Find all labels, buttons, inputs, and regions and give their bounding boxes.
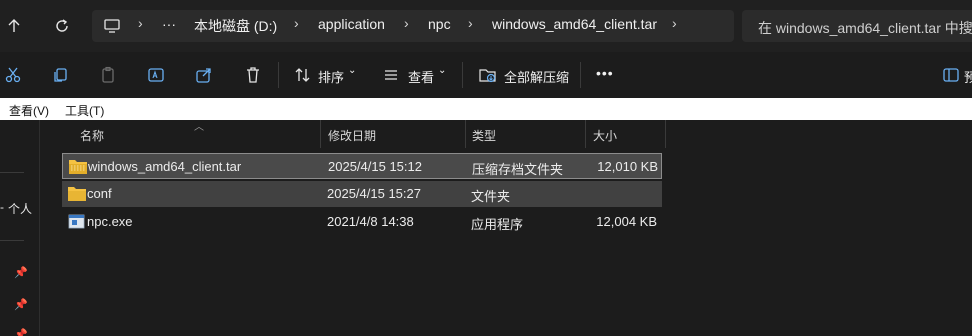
extract-all-icon[interactable] — [477, 64, 499, 86]
chevron-right-icon[interactable]: › — [404, 15, 409, 31]
menu-bar: 查看(V) 工具(T) — [0, 98, 972, 120]
file-name: windows_amd64_client.tar — [88, 159, 242, 174]
nav-item-personal[interactable]: 个人 — [8, 200, 32, 217]
view-icon[interactable] — [380, 64, 402, 86]
sort-button[interactable]: 排序 — [318, 67, 344, 86]
toolbar-divider — [580, 62, 581, 88]
rename-icon[interactable] — [145, 64, 167, 86]
chevron-right-icon: › — [138, 15, 143, 31]
cut-icon[interactable] — [2, 64, 24, 86]
file-type: 文件夹 — [471, 189, 511, 204]
chevron-down-icon[interactable]: ⌄ — [438, 65, 446, 76]
file-size: 12,004 KB — [596, 214, 657, 229]
column-divider[interactable] — [465, 120, 466, 148]
nav-item-prefix[interactable]: - — [0, 200, 4, 214]
chevron-right-icon[interactable]: › — [672, 15, 677, 31]
file-modified: 2025/4/15 15:27 — [327, 186, 421, 201]
column-headers: ︿ 名称 修改日期 类型 大小 — [62, 120, 666, 148]
address-row: › ··· 本地磁盘 (D:) › application › npc › wi… — [0, 0, 972, 52]
menu-tools[interactable]: 工具(T) — [65, 102, 104, 119]
search-placeholder: 在 windows_amd64_client.tar 中搜索 — [758, 20, 972, 36]
sort-up-icon: ︿ — [194, 122, 204, 133]
view-button[interactable]: 查看 — [408, 67, 434, 86]
column-divider[interactable] — [320, 120, 321, 148]
more-options-button[interactable]: ••• — [596, 65, 614, 81]
breadcrumb-application[interactable]: application — [318, 16, 385, 32]
nav-divider — [0, 172, 24, 173]
exe-icon — [68, 214, 86, 229]
column-size[interactable]: 大小 — [593, 127, 617, 144]
breadcrumb-more[interactable]: ··· — [162, 16, 176, 32]
toolbar-divider — [278, 62, 279, 88]
breadcrumb-drive[interactable]: 本地磁盘 (D:) — [194, 16, 277, 36]
chevron-right-icon[interactable]: › — [468, 15, 473, 31]
file-row[interactable]: windows_amd64_client.tar 2025/4/15 15:12… — [62, 153, 662, 179]
pin-icon: 📌 — [14, 267, 28, 279]
navigation-pane: - 个人 📌 📌 📌 — [0, 120, 40, 336]
column-divider[interactable] — [665, 120, 666, 148]
paste-icon[interactable] — [97, 64, 119, 86]
up-arrow-icon[interactable] — [2, 14, 26, 38]
share-icon[interactable] — [193, 64, 215, 86]
column-divider[interactable] — [585, 120, 586, 148]
copy-icon[interactable] — [49, 64, 71, 86]
search-input[interactable]: 在 windows_amd64_client.tar 中搜索 — [742, 10, 972, 42]
folder-icon — [68, 186, 86, 201]
command-toolbar: 排序 ⌄ 查看 ⌄ 全部解压缩 ••• 预 — [0, 52, 972, 98]
file-row[interactable]: conf 2025/4/15 15:27 文件夹 — [62, 181, 662, 207]
chevron-down-icon[interactable]: ⌄ — [348, 65, 356, 76]
zip-folder-icon — [69, 159, 87, 174]
delete-icon[interactable] — [242, 64, 264, 86]
chevron-right-icon[interactable]: › — [294, 15, 299, 31]
breadcrumb-npc[interactable]: npc — [428, 16, 451, 32]
file-size: 12,010 KB — [597, 159, 658, 174]
this-pc-icon[interactable] — [100, 14, 124, 38]
pin-icon: 📌 — [14, 329, 28, 336]
pin-icon: 📌 — [14, 299, 28, 311]
file-row[interactable]: npc.exe 2021/4/8 14:38 应用程序 12,004 KB — [62, 209, 662, 235]
toolbar-divider — [462, 62, 463, 88]
file-modified: 2025/4/15 15:12 — [328, 159, 422, 174]
file-type: 应用程序 — [471, 217, 524, 232]
menu-view[interactable]: 查看(V) — [9, 102, 49, 119]
column-name[interactable]: 名称 — [80, 127, 104, 144]
sort-icon[interactable] — [292, 64, 314, 86]
preview-button[interactable]: 预 — [964, 67, 972, 86]
refresh-icon[interactable] — [50, 14, 74, 38]
column-modified[interactable]: 修改日期 — [328, 127, 376, 144]
file-modified: 2021/4/8 14:38 — [327, 214, 414, 229]
file-name: conf — [87, 186, 112, 201]
column-type[interactable]: 类型 — [472, 127, 496, 144]
file-name: npc.exe — [87, 214, 133, 229]
breadcrumb-current[interactable]: windows_amd64_client.tar — [492, 16, 657, 32]
nav-divider — [0, 240, 24, 241]
preview-pane-icon[interactable] — [940, 64, 962, 86]
extract-all-button[interactable]: 全部解压缩 — [504, 67, 569, 86]
